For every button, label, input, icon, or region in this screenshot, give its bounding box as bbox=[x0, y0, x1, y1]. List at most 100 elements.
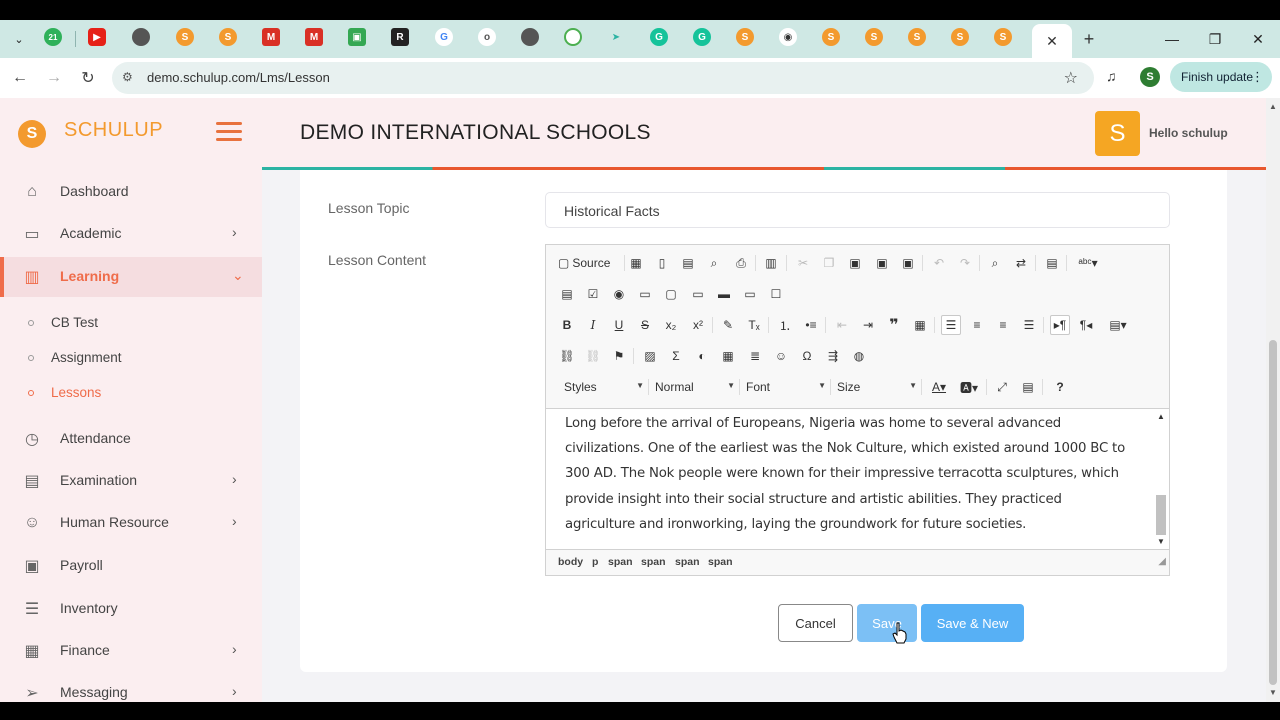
smiley-icon[interactable]: ☺ bbox=[771, 346, 791, 366]
scroll-up-icon[interactable]: ▲ bbox=[1269, 102, 1277, 111]
div-container-icon[interactable]: ▦ bbox=[910, 315, 930, 335]
select-all-icon[interactable]: ▤ bbox=[1042, 253, 1062, 273]
paste-text-icon[interactable]: ▣ bbox=[872, 253, 892, 273]
minimize-icon[interactable]: — bbox=[1162, 29, 1182, 49]
kebab-menu-icon[interactable]: ⋮ bbox=[1251, 69, 1264, 85]
chrome-tab-icon[interactable]: ◉ bbox=[779, 28, 797, 46]
radio-icon[interactable]: ◉ bbox=[609, 284, 629, 304]
resize-handle-icon[interactable]: ◢ bbox=[1158, 556, 1166, 573]
bookmark-star-icon[interactable]: ☆ bbox=[1064, 68, 1078, 88]
close-icon[interactable]: ✕ bbox=[1046, 33, 1058, 50]
sidebar-item-human-resource[interactable]: ☺ Human Resource › bbox=[0, 503, 262, 543]
close-window-icon[interactable]: ✕ bbox=[1248, 29, 1268, 49]
sidebar-item-dashboard[interactable]: ⌂ Dashboard bbox=[0, 172, 262, 212]
omnibox[interactable]: ⚙ demo.schulup.com/Lms/Lesson ☆ bbox=[112, 62, 1094, 94]
image-button-icon[interactable]: ▭ bbox=[740, 284, 760, 304]
scroll-thumb[interactable] bbox=[1269, 340, 1277, 685]
user-avatar[interactable]: S bbox=[1095, 111, 1140, 156]
meet-tab-icon[interactable]: ▣ bbox=[348, 28, 366, 46]
path-element[interactable]: span bbox=[708, 556, 733, 568]
hamburger-menu-icon[interactable] bbox=[216, 122, 242, 142]
tab-favicon[interactable] bbox=[564, 28, 582, 46]
find-icon[interactable]: ⌕ bbox=[985, 253, 1005, 273]
sidebar-item-messaging[interactable]: ➢ Messaging › bbox=[0, 673, 262, 702]
styles-dropdown[interactable]: Styles ▼ bbox=[564, 377, 644, 397]
unlink-icon[interactable]: ⛓ bbox=[583, 346, 603, 366]
language-icon[interactable]: ▤▾ bbox=[1104, 315, 1132, 335]
link-icon[interactable]: ⛓ bbox=[557, 346, 577, 366]
paste-icon[interactable]: ▣ bbox=[845, 253, 865, 273]
cut-icon[interactable]: ✂ bbox=[793, 253, 813, 273]
tab-favicon[interactable]: R bbox=[391, 28, 409, 46]
page-break-icon[interactable]: ⇶ bbox=[823, 346, 843, 366]
forward-icon[interactable]: → bbox=[42, 66, 66, 90]
reload-icon[interactable]: ↻ bbox=[76, 66, 100, 90]
table-icon[interactable]: ▦ bbox=[718, 346, 738, 366]
sidebar-subitem-lessons[interactable]: Lessons bbox=[0, 378, 262, 408]
tab-favicon[interactable]: ➤ bbox=[607, 28, 625, 46]
tab-favicon[interactable] bbox=[132, 28, 150, 46]
scroll-thumb[interactable] bbox=[1156, 495, 1166, 535]
select-field-icon[interactable]: ▭ bbox=[688, 284, 708, 304]
restore-icon[interactable]: ❐ bbox=[1205, 29, 1225, 49]
google-tab-icon[interactable]: G bbox=[435, 28, 453, 46]
grammarly-tab-icon[interactable]: G bbox=[693, 28, 711, 46]
path-element[interactable]: span bbox=[641, 556, 666, 568]
schulup-tab-icon[interactable]: S bbox=[951, 28, 969, 46]
sidebar-item-learning[interactable]: ▥ Learning ⌄ bbox=[0, 257, 262, 297]
source-button[interactable]: ▢ Source bbox=[558, 253, 610, 273]
indent-icon[interactable]: ⇥ bbox=[858, 315, 878, 335]
schulup-tab-icon[interactable]: S bbox=[994, 28, 1012, 46]
background-color-icon[interactable]: 🅰▾ bbox=[956, 377, 982, 397]
media-control-icon[interactable]: ♫ bbox=[1106, 68, 1117, 84]
special-char-icon[interactable]: Ω bbox=[797, 346, 817, 366]
pdf-icon[interactable]: ▤ bbox=[678, 253, 698, 273]
bulleted-list-icon[interactable]: •≡ bbox=[801, 315, 821, 335]
schulup-tab-icon[interactable]: S bbox=[176, 28, 194, 46]
align-right-icon[interactable]: ≡ bbox=[993, 315, 1013, 335]
youtube-tab-icon[interactable]: ▶ bbox=[88, 28, 106, 46]
tab-favicon[interactable]: o bbox=[478, 28, 496, 46]
preview-icon[interactable]: ⌕ bbox=[704, 253, 724, 273]
sidebar-item-payroll[interactable]: ▣ Payroll bbox=[0, 546, 262, 586]
remove-format-icon[interactable]: Tₓ bbox=[744, 315, 764, 335]
subscript-icon[interactable]: x₂ bbox=[661, 315, 681, 335]
textfield-icon[interactable]: ▭ bbox=[635, 284, 655, 304]
image-icon[interactable]: ▨ bbox=[640, 346, 660, 366]
form-icon[interactable]: ▤ bbox=[557, 284, 577, 304]
new-tab-button[interactable]: + bbox=[1079, 29, 1099, 49]
back-icon[interactable]: ← bbox=[8, 66, 32, 90]
outdent-icon[interactable]: ⇤ bbox=[832, 315, 852, 335]
replace-icon[interactable]: ⇄ bbox=[1011, 253, 1031, 273]
copy-icon[interactable]: ❐ bbox=[819, 253, 839, 273]
tab-search-button[interactable]: ⌄ bbox=[8, 28, 30, 50]
checkbox-icon[interactable]: ☑ bbox=[583, 284, 603, 304]
math-icon[interactable]: Σ bbox=[666, 346, 686, 366]
schulup-tab-icon[interactable]: S bbox=[219, 28, 237, 46]
cancel-button[interactable]: Cancel bbox=[778, 604, 853, 642]
print-icon[interactable]: ⎙ bbox=[731, 253, 751, 273]
ltr-icon[interactable]: ▸¶ bbox=[1050, 315, 1070, 335]
schulup-tab-icon[interactable]: S bbox=[822, 28, 840, 46]
help-icon[interactable]: ? bbox=[1050, 377, 1070, 397]
profile-avatar[interactable]: S bbox=[1140, 67, 1160, 87]
maximize-icon[interactable]: ⤢ bbox=[992, 377, 1012, 397]
active-tab[interactable]: ✕ bbox=[1032, 24, 1072, 58]
textarea-icon[interactable]: ▢ bbox=[661, 284, 681, 304]
editor-scrollbar[interactable]: ▲ ▼ bbox=[1153, 409, 1169, 549]
schulup-tab-icon[interactable]: S bbox=[865, 28, 883, 46]
iframe-icon[interactable]: ◍ bbox=[849, 346, 869, 366]
lesson-topic-input[interactable]: Historical Facts bbox=[545, 192, 1170, 228]
rtl-icon[interactable]: ¶◂ bbox=[1076, 315, 1096, 335]
anchor-icon[interactable]: ⚑ bbox=[609, 346, 629, 366]
hidden-field-icon[interactable]: ☐ bbox=[766, 284, 786, 304]
horizontal-rule-icon[interactable]: ≣ bbox=[745, 346, 765, 366]
page-scrollbar[interactable]: ▲ ▼ bbox=[1266, 98, 1280, 702]
copy-format-icon[interactable]: ✎ bbox=[718, 315, 738, 335]
templates-icon[interactable]: ▥ bbox=[761, 253, 781, 273]
sidebar-item-attendance[interactable]: ◷ Attendance bbox=[0, 419, 262, 459]
bold-icon[interactable]: B bbox=[557, 315, 577, 335]
size-dropdown[interactable]: Size ▼ bbox=[837, 377, 917, 397]
numbered-list-icon[interactable]: ⒈ bbox=[775, 315, 795, 335]
grammarly-tab-icon[interactable]: G bbox=[650, 28, 668, 46]
